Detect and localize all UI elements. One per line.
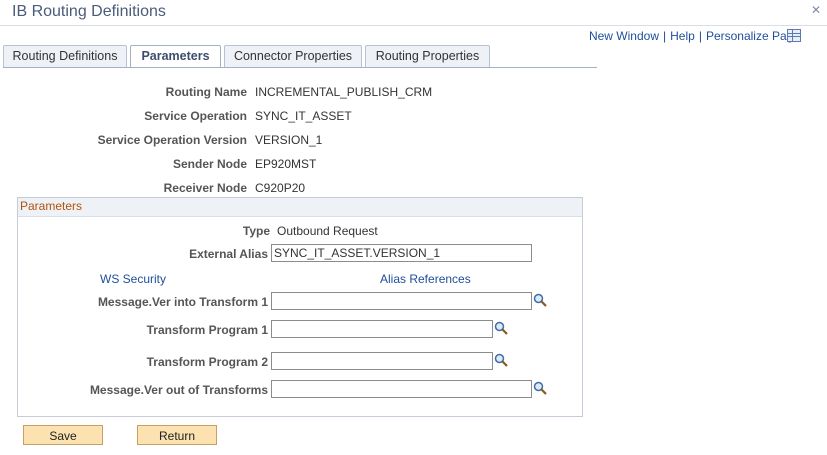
routing-name-value: INCREMENTAL_PUBLISH_CRM — [255, 85, 433, 99]
tab-routing-definitions[interactable]: Routing Definitions — [3, 45, 127, 67]
message-ver-into-transform-input[interactable] — [271, 292, 532, 310]
external-alias-input[interactable] — [271, 244, 532, 262]
personalize-page-link[interactable]: Personalize Page — [706, 29, 800, 43]
close-icon[interactable]: ✕ — [810, 4, 822, 16]
parameters-group-header: Parameters — [18, 198, 582, 217]
receiver-node-value: C920P20 — [255, 181, 306, 195]
link-separator: | — [663, 29, 667, 43]
link-separator: | — [698, 29, 702, 43]
magnifier-icon[interactable] — [494, 321, 508, 335]
message-ver-out-of-transforms-label: Message.Ver out of Transforms — [89, 383, 268, 397]
alias-references-link[interactable]: Alias References — [380, 272, 471, 286]
type-label: Type — [242, 224, 270, 238]
top-links: New Window | Help | Personalize Page — [589, 29, 800, 45]
routing-name-label: Routing Name — [165, 85, 247, 99]
sender-node-label: Sender Node — [172, 157, 247, 171]
return-button[interactable]: Return — [137, 425, 217, 445]
page-title: IB Routing Definitions — [12, 3, 166, 20]
external-alias-label: External Alias — [189, 247, 268, 261]
type-value: Outbound Request — [277, 224, 378, 238]
tab-parameters[interactable]: Parameters — [130, 45, 221, 68]
service-operation-version-label: Service Operation Version — [97, 133, 247, 147]
tab-underline — [3, 67, 597, 68]
parameters-group-title: Parameters — [20, 199, 83, 213]
personalize-grid-icon[interactable] — [787, 29, 801, 42]
transform-program-1-input[interactable] — [271, 320, 493, 338]
tab-connector-properties[interactable]: Connector Properties — [224, 45, 362, 67]
title-divider — [0, 25, 827, 26]
ws-security-link[interactable]: WS Security — [100, 272, 166, 286]
magnifier-icon[interactable] — [494, 353, 508, 367]
transform-program-2-input[interactable] — [271, 352, 493, 370]
help-link[interactable]: Help — [670, 29, 695, 43]
service-operation-version-value: VERSION_1 — [255, 133, 323, 147]
service-operation-label: Service Operation — [144, 109, 247, 123]
tab-routing-properties[interactable]: Routing Properties — [365, 45, 490, 67]
service-operation-value: SYNC_IT_ASSET — [255, 109, 352, 123]
transform-program-1-label: Transform Program 1 — [146, 323, 268, 337]
magnifier-icon[interactable] — [533, 293, 547, 307]
message-ver-into-transform-label: Message.Ver into Transform 1 — [97, 295, 268, 309]
sender-node-value: EP920MST — [255, 157, 317, 171]
message-ver-out-of-transforms-input[interactable] — [271, 380, 532, 398]
transform-program-2-label: Transform Program 2 — [146, 355, 268, 369]
save-button[interactable]: Save — [23, 425, 103, 445]
receiver-node-label: Receiver Node — [163, 181, 247, 195]
title-bar: IB Routing Definitions ✕ — [0, 0, 827, 26]
magnifier-icon[interactable] — [533, 381, 547, 395]
new-window-link[interactable]: New Window — [589, 29, 659, 43]
